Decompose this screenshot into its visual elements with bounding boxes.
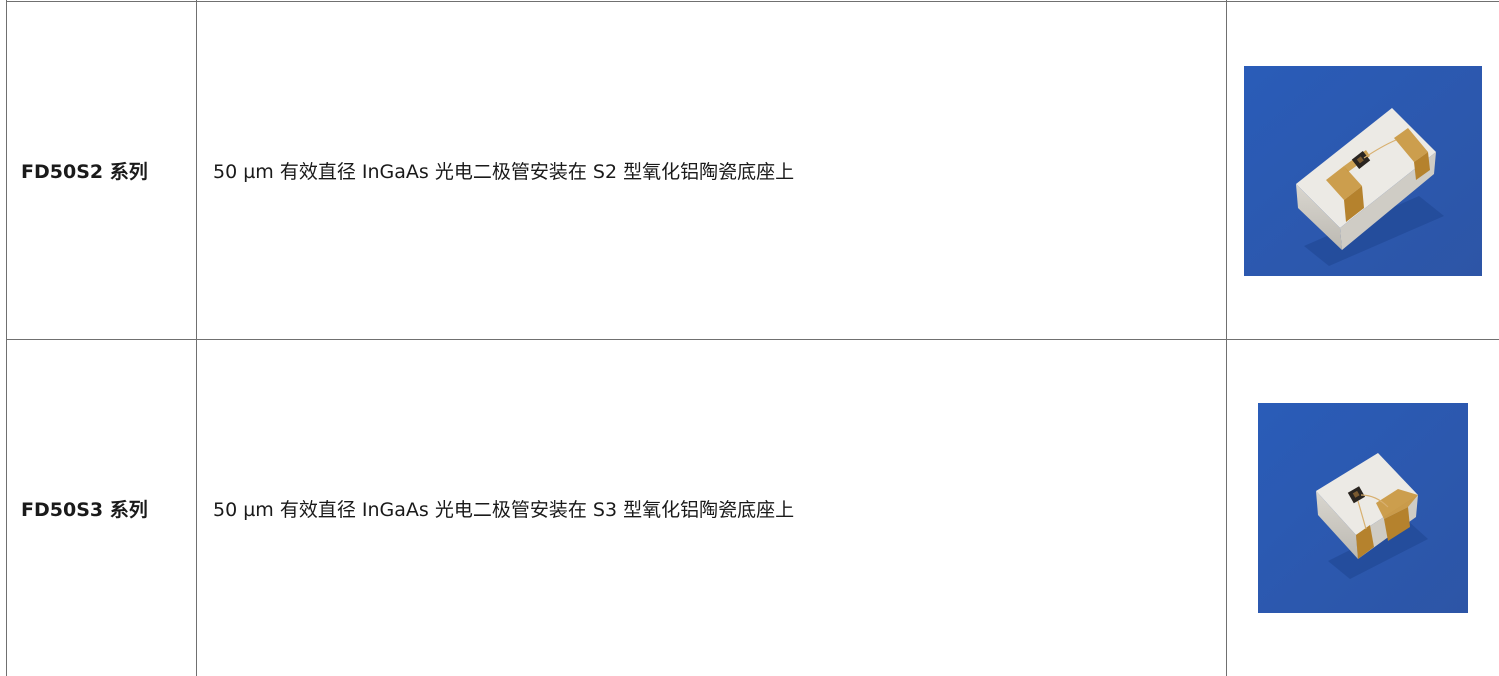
table-row-2-name: FD50S3 系列 bbox=[6, 340, 196, 676]
product-photo-fd50s2[interactable] bbox=[1244, 65, 1482, 276]
product-name: FD50S2 系列 bbox=[21, 161, 148, 183]
table-row-1-description: 50 µm 有效直径 InGaAs 光电二极管安装在 S2 型氧化铝陶瓷底座上 bbox=[197, 2, 1226, 339]
product-description: 50 µm 有效直径 InGaAs 光电二极管安装在 S2 型氧化铝陶瓷底座上 bbox=[213, 161, 795, 183]
table-row-2-description: 50 µm 有效直径 InGaAs 光电二极管安装在 S3 型氧化铝陶瓷底座上 bbox=[197, 340, 1226, 676]
product-photo-fd50s3[interactable] bbox=[1258, 403, 1468, 613]
table-row-2-image bbox=[1227, 340, 1499, 676]
product-description: 50 µm 有效直径 InGaAs 光电二极管安装在 S3 型氧化铝陶瓷底座上 bbox=[213, 498, 795, 521]
table-row-1-name: FD50S2 系列 bbox=[6, 2, 196, 339]
product-name: FD50S3 系列 bbox=[21, 498, 148, 521]
table-row-1-image bbox=[1227, 2, 1499, 339]
product-table: FD50S2 系列 50 µm 有效直径 InGaAs 光电二极管安装在 S2 … bbox=[0, 0, 1499, 676]
